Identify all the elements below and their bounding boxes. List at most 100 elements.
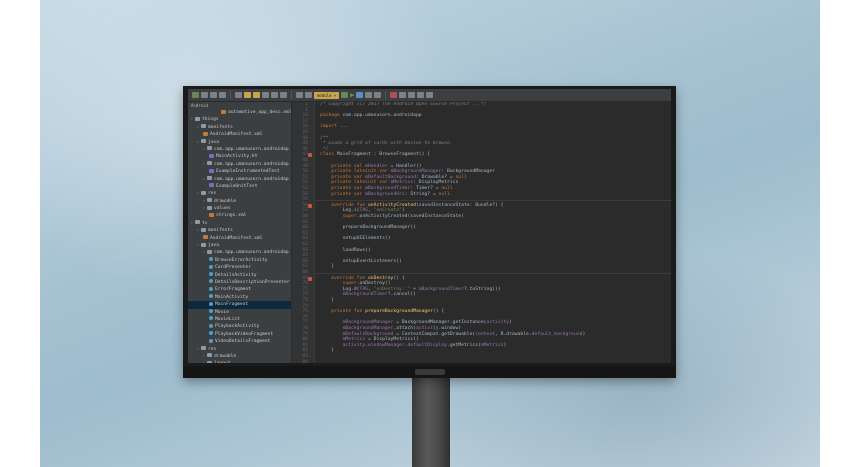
toolbar-separator (291, 91, 292, 99)
file-icon (209, 294, 213, 299)
project-tree-item[interactable]: ▾ things (188, 116, 291, 123)
build-icon[interactable] (341, 92, 349, 98)
project-tree-item[interactable]: ▾ res (188, 346, 291, 353)
project-tree-item[interactable]: ▾ com.app.umanusorn.androidap (188, 176, 291, 183)
project-tree-item[interactable]: CardPresenter (188, 264, 291, 271)
project-tree-item[interactable]: MovieList (188, 316, 291, 323)
redo-icon[interactable] (235, 92, 242, 98)
code-token: : DisplayMetrics (413, 180, 459, 186)
code-token: private val (320, 163, 366, 169)
project-tree-item[interactable]: ▾ java (188, 139, 291, 146)
code-token: () { (393, 275, 405, 281)
save-icon[interactable] (201, 92, 208, 98)
replace-icon[interactable] (280, 92, 287, 98)
project-tree-item[interactable]: VideoDetailsFragment (188, 338, 291, 345)
project-tree-item[interactable]: BrowseErrorActivity (188, 257, 291, 264)
run-icon[interactable]: ▶ (350, 91, 354, 99)
attach-icon[interactable] (374, 92, 382, 98)
structure-icon[interactable] (417, 92, 425, 98)
project-tree-item[interactable]: DetailsActivity (188, 272, 291, 279)
override-marker-icon[interactable] (308, 276, 312, 281)
file-icon (209, 323, 213, 328)
debug-icon[interactable] (356, 92, 364, 98)
ide-toolbar: module ▾ ▶ (188, 89, 671, 102)
sdk-icon[interactable] (408, 92, 416, 98)
code-token: ) (401, 208, 405, 214)
code-token: "onCreate" (373, 208, 402, 214)
project-tree-item[interactable]: ▾ com.app.umanusorn.androidap (188, 146, 291, 153)
file-icon (209, 301, 213, 306)
project-tree-item[interactable]: ▾ res (188, 190, 291, 197)
monitor-chin (183, 366, 676, 378)
project-view-selector[interactable]: Android (188, 102, 291, 109)
project-tree-item[interactable]: PlaybackVideoFragment (188, 331, 291, 338)
copy-icon[interactable] (253, 92, 260, 98)
project-tree-item[interactable]: strings.xml (188, 212, 291, 219)
project-tree-item[interactable]: automotive_app_desc.xml (188, 109, 291, 116)
code-token: } (320, 298, 335, 303)
folder-icon (201, 242, 206, 247)
project-tree-item[interactable]: MainFragment (188, 301, 291, 309)
folder-icon (201, 190, 206, 195)
project-tree-item[interactable]: DetailsDescriptionPresenter (188, 279, 291, 286)
code-token: = Handler() (387, 163, 422, 169)
project-tree-item[interactable]: MainActivity.kt (188, 153, 291, 160)
override-marker-icon[interactable] (308, 153, 312, 158)
code-editor[interactable]: 1/* Copyright (C) 2017 The Android Open … (292, 102, 671, 363)
project-tree-item[interactable]: ▾layout (188, 360, 291, 363)
project-tree-item[interactable]: ExampleUnitTest (188, 183, 291, 190)
project-tree-label: automotive_app_desc.xml (228, 110, 292, 115)
code-token: private lateinit var (320, 180, 391, 186)
module-selector[interactable]: module ▾ (314, 91, 340, 99)
paste-icon[interactable] (262, 92, 269, 98)
code-token: () { (432, 309, 445, 315)
folder-icon (201, 124, 206, 129)
file-icon (221, 109, 226, 114)
project-tree-item[interactable]: PlaybackActivity (188, 323, 291, 330)
project-tree-item[interactable]: AndroidManifest.xml (188, 131, 291, 138)
project-tree-item[interactable]: ▾ manifests (188, 124, 291, 131)
project-tree-item[interactable]: ExampleInstrumentedTest (188, 168, 291, 175)
override-marker-icon[interactable] (308, 203, 312, 208)
project-tree-label: tv (202, 220, 208, 226)
sync-icon[interactable] (210, 92, 217, 98)
code-token: super (320, 281, 357, 287)
project-tree-item[interactable]: ▾ values (188, 205, 291, 212)
project-tree-label: values (214, 206, 231, 212)
project-tree-label: MainActivity (215, 294, 249, 300)
undo-icon[interactable] (219, 92, 226, 98)
project-tree-item[interactable]: ErrorFragment (188, 286, 291, 293)
stop-icon[interactable] (390, 92, 398, 98)
code-token: } (320, 264, 335, 270)
project-tree-label: manifests (208, 124, 233, 130)
find-icon[interactable] (271, 92, 278, 98)
project-tree-item[interactable]: AndroidManifest.xml (188, 235, 291, 242)
project-tree-label: DetailsDescriptionPresenter (215, 279, 290, 285)
project-tree-item[interactable]: MainActivity (188, 294, 291, 301)
project-tree-item[interactable]: ▾ drawable (188, 353, 291, 360)
project-tree-item[interactable]: ▾ java (188, 242, 291, 249)
avd-icon[interactable] (399, 92, 407, 98)
back-icon[interactable] (296, 92, 303, 98)
file-icon (209, 279, 213, 284)
forward-icon[interactable] (305, 92, 312, 98)
code-token: .attach( (393, 326, 416, 331)
code-line[interactable]: 84 (292, 360, 671, 363)
code-token: , R.drawable. (494, 331, 532, 337)
project-tree-item[interactable]: ▾ drawable (188, 198, 291, 205)
code-token: ?.toString()) (463, 286, 501, 292)
project-tree-item[interactable]: ▾ manifests (188, 227, 291, 234)
file-icon (209, 212, 214, 217)
project-tree-item[interactable]: ▾ com.app.umanusorn.androidap (188, 249, 291, 256)
project-tree-item[interactable]: ▾ com.app.umanusorn.androidap (188, 161, 291, 168)
project-tree-item[interactable]: Movie (188, 309, 291, 316)
project-tree-label: ExampleUnitTest (216, 183, 258, 189)
code-token: mDefaultBackground (320, 331, 394, 337)
folder-icon (195, 116, 200, 121)
code-token: : BackgroundManager (441, 169, 495, 175)
profile-icon[interactable] (365, 92, 373, 98)
help-icon[interactable] (426, 92, 434, 98)
project-tree-item[interactable]: ▾ tv (188, 220, 291, 227)
cut-icon[interactable] (244, 92, 251, 98)
open-icon[interactable] (192, 92, 199, 98)
